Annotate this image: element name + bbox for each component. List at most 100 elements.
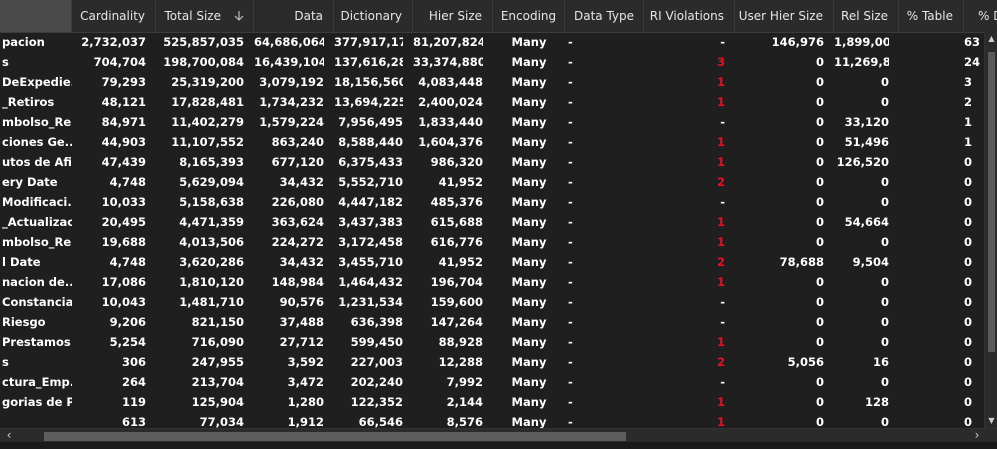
cell-data: 34,432 bbox=[279, 255, 324, 269]
header-encoding-label: Encoding bbox=[500, 9, 557, 23]
header-ri-violations[interactable]: RI Violations bbox=[644, 0, 735, 32]
cell-column-name: _Retiros bbox=[2, 95, 55, 109]
cell-cardinality: 2,732,037 bbox=[81, 35, 146, 49]
cell-user-hier-size: 0 bbox=[815, 295, 824, 309]
table-row[interactable]: Constancias 10,043 1,481,710 90,576 1,231,53… bbox=[0, 292, 997, 312]
cell-pct-table bbox=[899, 332, 954, 352]
cell-column-name: gorias de P... bbox=[2, 395, 72, 409]
header-name-column[interactable] bbox=[0, 0, 72, 32]
cell-data-type: - bbox=[568, 55, 573, 69]
table-row[interactable]: s 704,704 198,700,084 16,439,104 137,616,284… bbox=[0, 52, 997, 72]
header-total-size[interactable]: Total Size bbox=[156, 0, 254, 32]
header-data-type[interactable]: Data Type bbox=[565, 0, 644, 32]
cell-encoding: Many bbox=[511, 335, 547, 349]
cell-data-type: - bbox=[568, 95, 573, 109]
cell-cardinality: 306 bbox=[121, 355, 146, 369]
header-encoding[interactable]: Encoding bbox=[493, 0, 565, 32]
table-row[interactable]: ery Date 4,748 5,629,094 34,432 5,552,710 41,… bbox=[0, 172, 997, 192]
cell-dictionary: 202,240 bbox=[350, 375, 403, 389]
cell-cardinality: 19,688 bbox=[101, 235, 146, 249]
cell-cardinality: 10,043 bbox=[101, 295, 146, 309]
cell-user-hier-size: 0 bbox=[815, 75, 824, 89]
cell-hier-size: 88,928 bbox=[438, 335, 483, 349]
triangle-down-icon[interactable]: ▼ bbox=[985, 414, 997, 428]
table-row[interactable]: gorias de P... 119 125,904 1,280 122,352 2,14… bbox=[0, 392, 997, 412]
horizontal-scroll-thumb[interactable] bbox=[44, 432, 626, 441]
horizontal-scrollbar[interactable]: ‹ › bbox=[0, 428, 997, 443]
table-row[interactable]: mbolso_Re... 19,688 4,013,506 224,272 3,172,… bbox=[0, 232, 997, 252]
table-row[interactable]: Modificaci... 10,033 5,158,638 226,080 4,447… bbox=[0, 192, 997, 212]
cell-rel-size: 0 bbox=[880, 235, 889, 249]
header-hier-size[interactable]: Hier Size bbox=[413, 0, 493, 32]
cell-pct-table bbox=[899, 212, 954, 232]
cell-hier-size: 147,264 bbox=[430, 315, 483, 329]
cell-data: 363,624 bbox=[271, 215, 324, 229]
cell-data-type: - bbox=[568, 255, 573, 269]
cell-pct-table bbox=[899, 32, 954, 52]
cell-user-hier-size: 0 bbox=[815, 115, 824, 129]
cell-cardinality: 9,206 bbox=[109, 315, 146, 329]
cell-column-name: pacion bbox=[2, 35, 45, 49]
table-row[interactable]: ctura_Emp... 264 213,704 3,472 202,240 7,992 M… bbox=[0, 372, 997, 392]
vertical-scrollbar[interactable]: ▲ ▼ bbox=[984, 32, 997, 428]
header-cardinality-label: Cardinality bbox=[80, 9, 145, 23]
header-rel-size[interactable]: Rel Size bbox=[834, 0, 899, 32]
cell-rel-size: 0 bbox=[880, 415, 889, 428]
cell-pct-db: 2 bbox=[964, 95, 973, 109]
cell-encoding: Many bbox=[511, 315, 547, 329]
cell-user-hier-size: 0 bbox=[815, 315, 824, 329]
cell-user-hier-size: 0 bbox=[815, 55, 824, 69]
chevron-left-icon[interactable]: ‹ bbox=[2, 429, 16, 443]
table-row[interactable]: DeExpedie... 79,293 25,319,200 3,079,192 18,… bbox=[0, 72, 997, 92]
header-user-hier-size-label: User Hier Size bbox=[738, 9, 823, 23]
chevron-right-icon[interactable]: › bbox=[970, 429, 984, 443]
table-row[interactable]: _Retiros 48,121 17,828,481 1,734,232 13,694,… bbox=[0, 92, 997, 112]
cell-data-type: - bbox=[568, 75, 573, 89]
triangle-up-icon[interactable]: ▲ bbox=[985, 32, 997, 46]
cell-data-type: - bbox=[568, 355, 573, 369]
cell-encoding: Many bbox=[511, 55, 547, 69]
vertical-scroll-thumb[interactable] bbox=[988, 52, 995, 352]
cell-user-hier-size: 5,056 bbox=[787, 355, 824, 369]
cell-data: 64,686,064 bbox=[254, 35, 324, 49]
cell-rel-size: 33,120 bbox=[844, 115, 889, 129]
table-row[interactable]: s 306 247,955 3,592 227,003 12,288 Many - 2 5,056… bbox=[0, 352, 997, 372]
cell-user-hier-size: 0 bbox=[815, 155, 824, 169]
header-pct-table[interactable]: % Table bbox=[899, 0, 964, 32]
cell-column-name: DeExpedie... bbox=[2, 75, 72, 89]
header-pct-db[interactable]: % D bbox=[964, 0, 997, 32]
cell-pct-db: 63 bbox=[964, 35, 981, 49]
cell-dictionary: 3,437,383 bbox=[338, 215, 403, 229]
cell-pct-db: 0 bbox=[964, 235, 973, 249]
cell-rel-size: 0 bbox=[880, 375, 889, 389]
cell-ri-violations: 1 bbox=[716, 415, 725, 428]
cell-encoding: Many bbox=[511, 35, 547, 49]
table-row[interactable]: utos de Afi... 47,439 8,165,393 677,120 6,37… bbox=[0, 152, 997, 172]
table-row[interactable]: mbolso_Re... 84,971 11,402,279 1,579,224 7,9… bbox=[0, 112, 997, 132]
cell-column-name: _Actualizac... bbox=[2, 215, 72, 229]
table-row[interactable]: pacion 2,732,037 525,857,035 64,686,064 377,… bbox=[0, 32, 997, 52]
table-row[interactable]: nacion de... 17,086 1,810,120 148,984 1,464,… bbox=[0, 272, 997, 292]
header-dictionary[interactable]: Dictionary bbox=[334, 0, 413, 32]
cell-pct-db: 0 bbox=[964, 315, 973, 329]
cell-user-hier-size: 0 bbox=[815, 415, 824, 428]
cell-encoding: Many bbox=[511, 215, 547, 229]
header-cardinality[interactable]: Cardinality bbox=[72, 0, 156, 32]
cell-user-hier-size: 78,688 bbox=[779, 255, 824, 269]
cell-pct-table bbox=[899, 112, 954, 132]
cell-ri-violations: - bbox=[720, 315, 725, 329]
table-row[interactable]: Prestamos 5,254 716,090 27,712 599,450 88,928… bbox=[0, 332, 997, 352]
header-data[interactable]: Data bbox=[254, 0, 334, 32]
table-row[interactable]: l Date 4,748 3,620,286 34,432 3,455,710 41,95… bbox=[0, 252, 997, 272]
table-row[interactable]: Riesgo 9,206 821,150 37,488 636,398 147,264 Ma… bbox=[0, 312, 997, 332]
table-row[interactable]: 613 77,034 1,912 66,546 8,576 Many - 1 0 0 0 bbox=[0, 412, 997, 428]
table-row[interactable]: ciones Ge... 44,903 11,107,552 863,240 8,588… bbox=[0, 132, 997, 152]
cell-ri-violations: 1 bbox=[716, 395, 725, 409]
cell-pct-db: 0 bbox=[964, 375, 973, 389]
cell-data-type: - bbox=[568, 335, 573, 349]
cell-hier-size: 12,288 bbox=[438, 355, 483, 369]
header-user-hier-size[interactable]: User Hier Size bbox=[735, 0, 834, 32]
cell-data: 37,488 bbox=[279, 315, 324, 329]
table-row[interactable]: _Actualizac... 20,495 4,471,359 363,624 3,43… bbox=[0, 212, 997, 232]
cell-pct-table bbox=[899, 132, 954, 152]
